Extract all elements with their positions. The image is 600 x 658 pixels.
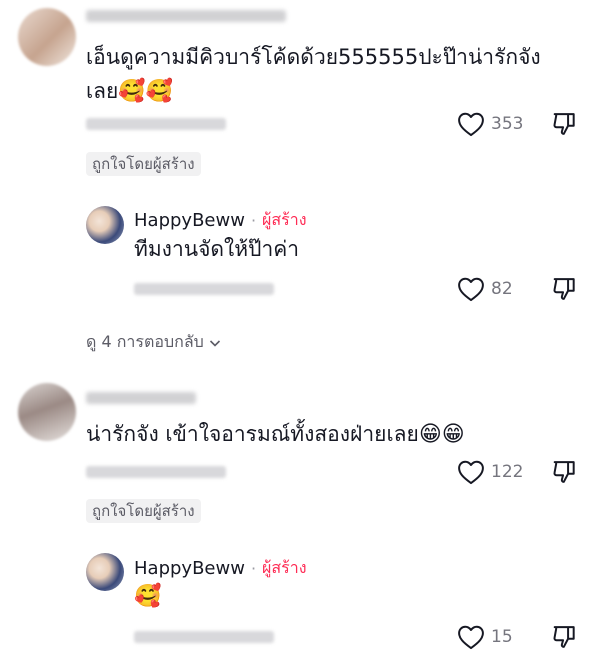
dislike-button[interactable] (550, 110, 578, 142)
thumbs-down-outline-icon (553, 626, 575, 648)
like-count: 353 (491, 114, 524, 134)
timestamp-reply-redacted (86, 466, 226, 478)
heart-outline-icon (458, 460, 484, 485)
liked-by-creator-badge: ถูกใจโดยผู้สร้าง (86, 499, 201, 523)
reply-header: HappyBeww · ผู้สร้าง (134, 208, 307, 233)
username-redacted[interactable] (86, 392, 196, 404)
comment-text-line2: เลย🥰🥰 (86, 79, 174, 104)
thumbs-down-outline-icon (553, 278, 575, 300)
reply-header: HappyBeww · ผู้สร้าง (134, 556, 307, 581)
like-button[interactable]: 353 (457, 111, 523, 137)
thumbs-down-outline-icon (553, 113, 575, 135)
like-count: 82 (491, 279, 513, 299)
view-replies-label: ดู 4 การตอบกลับ (86, 332, 204, 351)
like-count: 122 (491, 462, 524, 482)
comment-text: น่ารักจัง เข้าใจอารมณ์ทั้งสองฝ่ายเลย😁😁 (86, 422, 465, 447)
timestamp-reply-redacted (134, 631, 274, 643)
heart-outline-icon (458, 277, 484, 302)
thumbs-down-outline-icon (553, 461, 575, 483)
like-count: 15 (491, 627, 513, 647)
view-replies-button[interactable]: ดู 4 การตอบกลับ (86, 330, 222, 355)
grinning-emoji: 😁😁 (418, 422, 465, 447)
heart-outline-icon (458, 112, 484, 137)
avatar[interactable] (18, 383, 76, 441)
comment-text-line1: เอ็นดูความมีคิวบาร์โค้ดด้วย555555ปะป๊าน่… (86, 45, 541, 69)
liked-by-creator-badge: ถูกใจโดยผู้สร้าง (86, 152, 201, 176)
reply-text: ทีมงานจัดให้ป๊าค่า (134, 237, 300, 261)
username-redacted[interactable] (86, 10, 286, 22)
dislike-button[interactable] (550, 458, 578, 490)
author-name[interactable]: HappyBeww (134, 558, 245, 579)
creator-tag: ผู้สร้าง (262, 558, 307, 577)
creator-tag: ผู้สร้าง (262, 210, 307, 229)
creator-avatar[interactable] (86, 206, 124, 244)
separator: · (250, 211, 257, 230)
smiling-hearts-emoji: 🥰🥰 (118, 79, 174, 104)
like-button[interactable]: 82 (457, 276, 513, 302)
author-name[interactable]: HappyBeww (134, 210, 245, 231)
heart-outline-icon (458, 625, 484, 650)
creator-avatar[interactable] (86, 553, 124, 591)
dislike-button[interactable] (550, 275, 578, 307)
dislike-button[interactable] (550, 623, 578, 655)
reply-emoji: 🥰 (134, 584, 162, 609)
like-button[interactable]: 15 (457, 624, 513, 650)
avatar[interactable] (18, 8, 76, 66)
timestamp-reply-redacted (86, 118, 226, 130)
like-button[interactable]: 122 (457, 459, 523, 485)
chevron-down-icon (209, 339, 220, 347)
timestamp-reply-redacted (134, 283, 274, 295)
separator: · (250, 559, 257, 578)
